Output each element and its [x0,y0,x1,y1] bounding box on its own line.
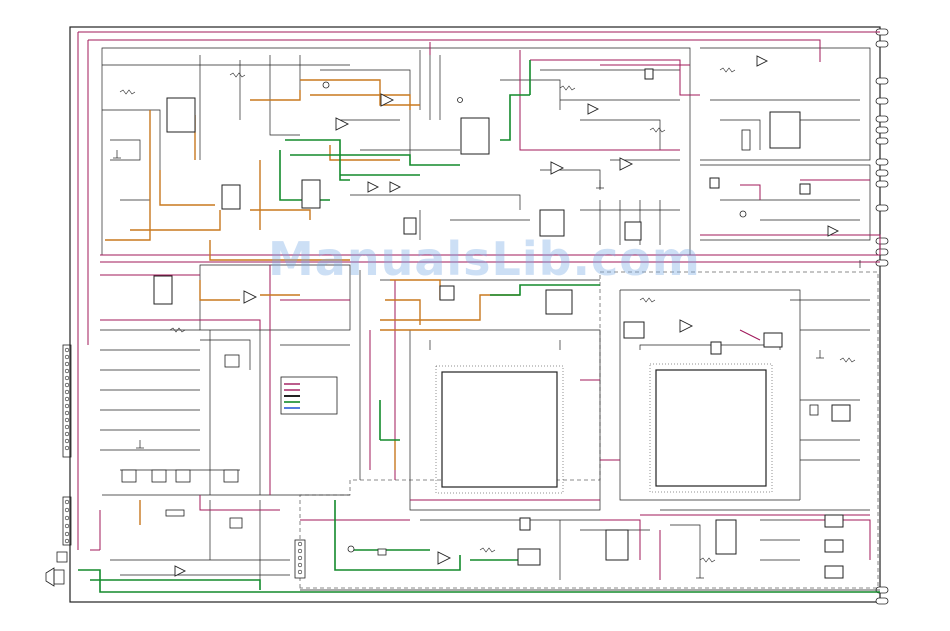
ic-u11 [763,332,783,348]
ic-u16 [824,514,844,528]
ic-u21 [644,68,654,80]
ic-u25 [799,183,811,195]
ic-u10 [623,321,645,339]
color-legend [280,376,338,415]
ic-u4 [460,117,490,155]
schematic-diagram [0,0,950,631]
ic-u9 [545,289,573,315]
ic-u14 [605,529,629,561]
ic-u23 [439,285,455,301]
ic-u20 [710,341,722,355]
ic-u3 [301,179,321,209]
processor-left [435,365,564,494]
ic-u7 [769,111,801,149]
ic-u18 [824,565,844,579]
ic-u15 [715,519,737,555]
ic-u22 [709,177,720,189]
watermark: ManualsLib.com [268,232,701,286]
ic-u8 [153,275,173,305]
ic-u12 [831,404,851,422]
ic-u2 [221,184,241,210]
ic-u19 [519,517,531,531]
processor-right [649,363,773,493]
ic-u17 [824,539,844,553]
ic-u13 [517,548,541,566]
ic-u1 [166,97,196,133]
